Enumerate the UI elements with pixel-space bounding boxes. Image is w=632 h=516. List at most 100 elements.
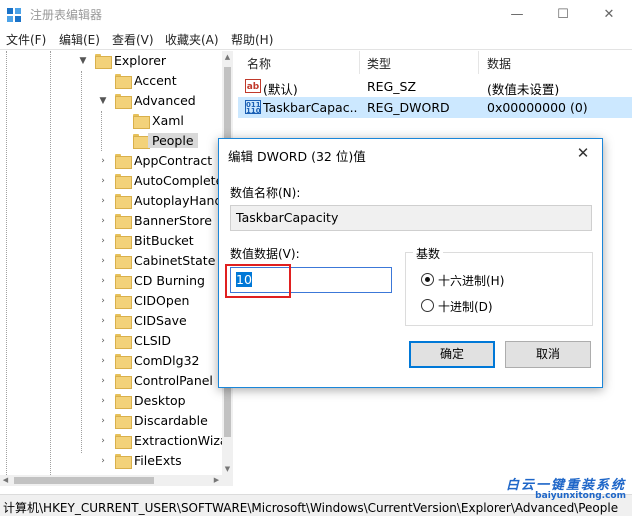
collapsed-arrow-icon[interactable]: › [98,314,108,328]
tree-item[interactable]: › CLSID [0,331,222,351]
tree-horizontal-scrollbar[interactable]: ◀ ▶ [0,475,233,486]
minimize-button[interactable]: — [494,0,540,29]
tree-item-label: Advanced [134,93,196,108]
collapsed-arrow-icon[interactable]: › [98,234,108,248]
folder-icon [115,314,132,329]
tree-item-label: BannerStore [134,213,212,228]
scroll-up-icon[interactable]: ▲ [222,51,233,63]
folder-icon [115,154,132,169]
menu-view[interactable]: 查看(V) [112,31,154,48]
column-type[interactable]: 类型 [367,55,391,72]
radio-checked-icon[interactable] [421,273,434,286]
tree-item[interactable]: › AutoComplete [0,171,223,191]
value-type: REG_DWORD [367,100,450,115]
scroll-left-icon[interactable]: ◀ [0,475,11,486]
folder-icon [115,334,132,349]
watermark: 白云一键重装系统 baiyunxitong.com [476,474,626,501]
list-header: 名称 类型 数据 [238,51,632,74]
tree-item[interactable]: › ExtractionWiza [0,431,228,451]
folder-icon [115,194,132,209]
collapsed-arrow-icon[interactable]: › [98,374,108,388]
collapsed-arrow-icon[interactable]: › [98,434,108,448]
collapsed-arrow-icon[interactable]: › [98,334,108,348]
maximize-button[interactable]: ☐ [540,0,586,29]
menu-help[interactable]: 帮助(H) [231,31,273,48]
registry-tree[interactable]: ▼ Explorer Accent ▼ Advanced Xaml People › AppCo… [0,51,233,475]
tree-item[interactable]: › Desktop [0,391,222,411]
tree-item-label: ComDlg32 [134,353,200,368]
tree-item[interactable]: › BitBucket [0,231,222,251]
tree-item-label: ControlPanel [134,373,213,388]
tree-item[interactable]: › CIDSave [0,311,222,331]
collapsed-arrow-icon[interactable]: › [98,214,108,228]
collapsed-arrow-icon[interactable]: › [98,154,108,168]
tree-item[interactable]: Accent [0,71,222,91]
radio-hex-label: 十六进制(H) [438,274,505,288]
folder-icon [115,434,132,449]
tree-item-label: Discardable [134,413,208,428]
tree-item-label: AutoplayHand [134,193,223,208]
folder-icon [115,294,132,309]
expanded-arrow-icon[interactable]: ▼ [78,54,88,68]
tree-item[interactable]: › ComDlg32 [0,351,222,371]
tree-item[interactable]: › AutoplayHand [0,191,222,211]
collapsed-arrow-icon[interactable]: › [98,394,108,408]
collapsed-arrow-icon[interactable]: › [98,254,108,268]
folder-icon [115,394,132,409]
cancel-button[interactable]: 取消 [505,341,591,368]
tree-item-label: CabinetState [134,253,216,268]
column-separator [359,51,360,74]
tree-item[interactable]: › Discardable [0,411,222,431]
tree-item[interactable]: › CD Burning [0,271,222,291]
dialog-close-button[interactable]: ✕ [572,143,594,163]
list-item[interactable]: 011 110 TaskbarCapac... REG_DWORD 0x0000… [238,97,632,118]
tree-item[interactable]: › FileExts [0,451,222,471]
close-button[interactable]: ✕ [586,0,632,29]
collapsed-arrow-icon[interactable]: › [98,454,108,468]
tree-item[interactable]: › BannerStore [0,211,222,231]
scroll-down-icon[interactable]: ▼ [222,463,233,475]
tree-item[interactable]: › CIDOpen [0,291,222,311]
collapsed-arrow-icon[interactable]: › [98,174,108,188]
tree-item[interactable]: ▼ Explorer [0,51,222,71]
value-data: 0x00000000 (0) [487,100,588,115]
value-type: REG_SZ [367,79,417,94]
menu-file[interactable]: 文件(F) [6,31,46,48]
scroll-thumb[interactable] [14,477,154,484]
folder-icon [115,214,132,229]
list-item[interactable]: ab (默认) REG_SZ (数值未设置) [238,76,632,97]
scroll-right-icon[interactable]: ▶ [211,475,222,486]
expanded-arrow-icon[interactable]: ▼ [98,94,108,108]
collapsed-arrow-icon[interactable]: › [98,294,108,308]
tree-item[interactable]: Xaml [0,111,222,131]
folder-icon [115,174,132,189]
collapsed-arrow-icon[interactable]: › [98,274,108,288]
folder-icon [115,274,132,289]
tree-item[interactable]: People [0,131,222,151]
folder-icon [95,54,112,69]
radio-unchecked-icon[interactable] [421,299,434,312]
column-name[interactable]: 名称 [247,55,271,72]
ok-button[interactable]: 确定 [409,341,495,368]
collapsed-arrow-icon[interactable]: › [98,414,108,428]
tree-item-label: Accent [134,73,177,88]
column-data[interactable]: 数据 [487,55,511,72]
collapsed-arrow-icon[interactable]: › [98,354,108,368]
tree-item[interactable]: ▼ Advanced [0,91,222,111]
tree-item[interactable]: › AppContract [0,151,222,171]
menu-favorites[interactable]: 收藏夹(A) [165,31,219,48]
tree-item-label: BitBucket [134,233,194,248]
tree-item[interactable]: › ControlPanel [0,371,222,391]
tree-item-label: Xaml [152,113,184,128]
tree-item-label: Explorer [114,53,167,68]
folder-icon [115,454,132,469]
menu-edit[interactable]: 编辑(E) [59,31,100,48]
tree-item-label: ExtractionWiza [134,433,228,448]
base-group [405,252,593,326]
folder-icon [115,374,132,389]
tree-item-label: AppContract [134,153,213,168]
collapsed-arrow-icon[interactable]: › [98,194,108,208]
menu-bar: 文件(F) 编辑(E) 查看(V) 收藏夹(A) 帮助(H) [0,29,632,50]
tree-item[interactable]: › CabinetState [0,251,222,271]
tree-item-label: CIDSave [134,313,187,328]
